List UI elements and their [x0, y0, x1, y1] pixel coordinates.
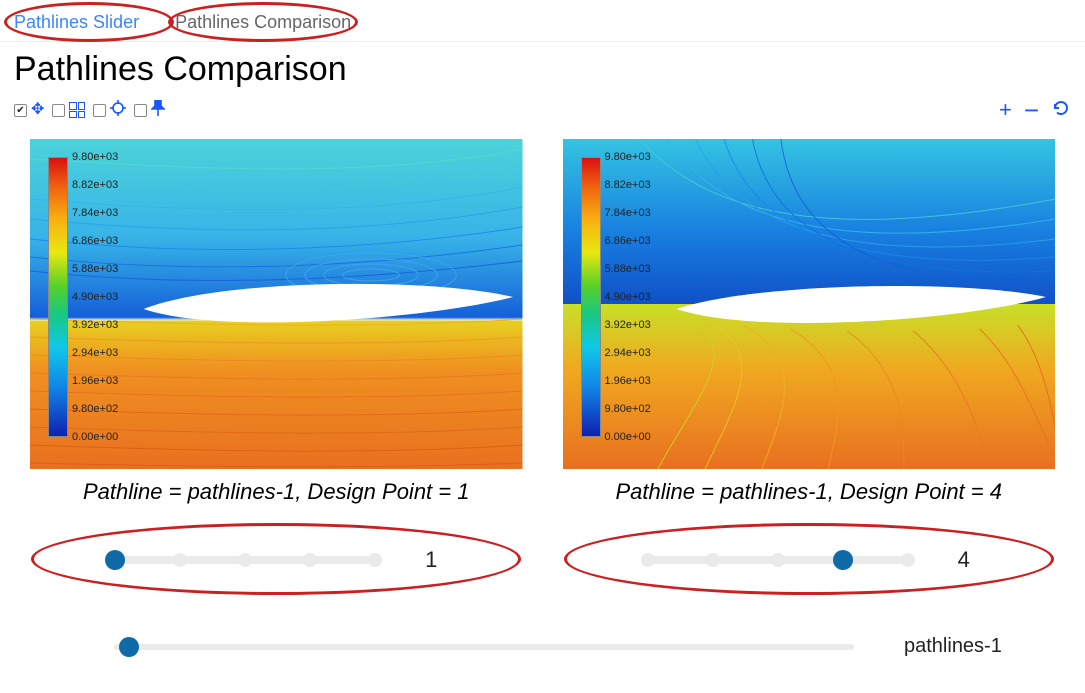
zoom-out-icon[interactable]: − — [1024, 97, 1039, 123]
colorbar-tick: 3.92e+03 — [72, 319, 118, 331]
checkbox-icon — [134, 104, 147, 117]
colorbar-tick: 9.80e+02 — [72, 403, 118, 415]
colorbar-tick: 8.82e+03 — [72, 179, 118, 191]
colorbar-tick: 1.96e+03 — [605, 375, 651, 387]
tool-pin[interactable] — [134, 100, 165, 120]
colorbar-tick: 8.82e+03 — [605, 179, 651, 191]
left-slider-value: 1 — [425, 547, 437, 573]
bottom-slider-row: pathlines-1 — [0, 605, 1085, 678]
colorbar-tick: 5.88e+03 — [605, 263, 651, 275]
right-slider-cell: 4 — [563, 525, 1056, 595]
comparison-row: 9.80e+03 8.82e+03 7.84e+03 6.86e+03 5.88e+03… — [0, 129, 1085, 505]
tool-crosshair[interactable] — [93, 100, 126, 120]
colorbar-tick: 9.80e+03 — [72, 151, 118, 163]
pathline-select-slider[interactable] — [114, 644, 854, 650]
colorbar: 9.80e+038.82e+037.84e+036.86e+035.88e+03… — [48, 157, 68, 437]
slider-row: 1 4 — [0, 505, 1085, 605]
checkbox-icon — [52, 104, 65, 117]
left-slider-cell: 1 — [30, 525, 523, 595]
colorbar-tick: 0.00e+00 — [72, 431, 118, 443]
left-panel: 9.80e+03 8.82e+03 7.84e+03 6.86e+03 5.88e+03… — [30, 139, 523, 505]
colorbar-tick: 7.84e+03 — [72, 207, 118, 219]
checkbox-icon — [93, 104, 106, 117]
design-point-slider-right[interactable] — [648, 556, 908, 564]
colorbar-tick: 3.92e+03 — [605, 319, 651, 331]
colorbar-tick: 4.90e+03 — [605, 291, 651, 303]
tool-pan[interactable]: ✥ — [14, 102, 44, 118]
colorbar-tick: 5.88e+03 — [72, 263, 118, 275]
checkbox-icon — [14, 104, 27, 117]
colorbar-tick: 6.86e+03 — [605, 235, 651, 247]
bottom-slider-label: pathlines-1 — [904, 635, 1002, 658]
move-icon: ✥ — [31, 102, 44, 118]
colorbar-tick: 6.86e+03 — [72, 235, 118, 247]
right-slider-value: 4 — [958, 547, 970, 573]
tab-bar: Pathlines Slider Pathlines Comparison — [0, 0, 1085, 42]
pathlines-plot-right[interactable]: 9.80e+03 8.82e+03 7.84e+03 6.86e+03 5.88e+03… — [563, 139, 1056, 469]
colorbar-tick: 4.90e+03 — [72, 291, 118, 303]
colorbar-tick: 1.96e+03 — [72, 375, 118, 387]
colorbar-tick: 9.80e+03 — [605, 151, 651, 163]
crosshair-icon — [110, 100, 126, 120]
plot-toolbar: ✥ + − — [0, 95, 1085, 129]
design-point-slider-left[interactable] — [115, 556, 375, 564]
pin-icon — [151, 100, 165, 120]
colorbar-tick: 2.94e+03 — [72, 347, 118, 359]
left-caption: Pathline = pathlines-1, Design Point = 1 — [30, 479, 523, 505]
grid-icon — [69, 102, 85, 118]
tool-grid[interactable] — [52, 102, 85, 118]
colorbar-tick: 0.00e+00 — [605, 431, 651, 443]
right-caption: Pathline = pathlines-1, Design Point = 4 — [563, 479, 1056, 505]
colorbar: 9.80e+038.82e+037.84e+036.86e+035.88e+03… — [581, 157, 601, 437]
colorbar-tick: 9.80e+02 — [605, 403, 651, 415]
tab-pathlines-slider[interactable]: Pathlines Slider — [8, 10, 145, 35]
zoom-in-icon[interactable]: + — [999, 99, 1012, 121]
colorbar-tick: 7.84e+03 — [605, 207, 651, 219]
page-title: Pathlines Comparison — [14, 50, 1071, 89]
tab-pathlines-comparison[interactable]: Pathlines Comparison — [169, 10, 357, 35]
reset-icon[interactable] — [1051, 98, 1071, 122]
pathlines-plot-left[interactable]: 9.80e+03 8.82e+03 7.84e+03 6.86e+03 5.88e+03… — [30, 139, 523, 469]
colorbar-tick: 2.94e+03 — [605, 347, 651, 359]
right-panel: 9.80e+03 8.82e+03 7.84e+03 6.86e+03 5.88e+03… — [563, 139, 1056, 505]
